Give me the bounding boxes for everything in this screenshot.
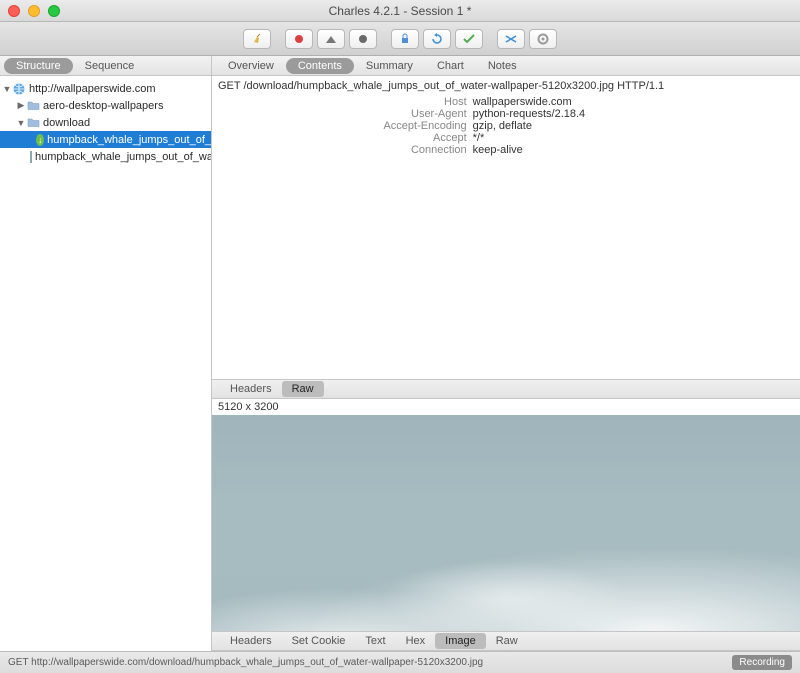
document-icon <box>30 151 32 163</box>
zoom-window-button[interactable] <box>48 5 60 17</box>
subtab-setcookie[interactable]: Set Cookie <box>282 633 356 649</box>
structure-tree: ▼ http://wallpaperswide.com ▶ aero-deskt… <box>0 76 211 169</box>
broom-icon[interactable] <box>243 29 271 49</box>
tools-icon[interactable] <box>497 29 525 49</box>
request-line: GET /download/humpback_whale_jumps_out_o… <box>212 76 800 96</box>
tab-notes[interactable]: Notes <box>476 58 529 74</box>
subtab-raw[interactable]: Raw <box>282 381 324 397</box>
check-icon[interactable] <box>455 29 483 49</box>
subtab-image[interactable]: Image <box>435 633 486 649</box>
traffic-lights <box>8 5 60 17</box>
status-text: GET http://wallpaperswide.com/download/h… <box>8 657 483 668</box>
tab-chart[interactable]: Chart <box>425 58 476 74</box>
header-key: Accept <box>218 132 473 144</box>
header-key: User-Agent <box>218 108 473 120</box>
image-dimensions: 5120 x 3200 <box>212 399 800 415</box>
ssl-icon[interactable] <box>391 29 419 49</box>
close-window-button[interactable] <box>8 5 20 17</box>
subtab-headers[interactable]: Headers <box>220 633 282 649</box>
header-value: wallpaperswide.com <box>473 96 794 108</box>
toolbar <box>0 22 800 56</box>
request-subtabs: Headers Raw <box>212 379 800 399</box>
subtab-raw[interactable]: Raw <box>486 633 528 649</box>
folder-icon <box>26 116 40 130</box>
record-icon[interactable] <box>285 29 313 49</box>
disclosure-icon[interactable]: ▼ <box>16 118 26 128</box>
header-value: gzip, deflate <box>473 120 794 132</box>
status-bar: GET http://wallpaperswide.com/download/h… <box>0 651 800 673</box>
window-title: Charles 4.2.1 - Session 1 * <box>0 4 800 18</box>
titlebar: Charles 4.2.1 - Session 1 * <box>0 0 800 22</box>
minimize-window-button[interactable] <box>28 5 40 17</box>
tree-label: download <box>43 117 90 129</box>
content-pane: Overview Contents Summary Chart Notes GE… <box>212 56 800 651</box>
tab-sequence[interactable]: Sequence <box>73 58 147 74</box>
header-value: */* <box>473 132 794 144</box>
sidebar-tabs: Structure Sequence <box>0 56 211 76</box>
disclosure-icon[interactable]: ▶ <box>16 100 26 111</box>
settings-icon[interactable] <box>529 29 557 49</box>
subtab-hex[interactable]: Hex <box>396 633 436 649</box>
tab-contents[interactable]: Contents <box>286 58 354 74</box>
refresh-icon[interactable] <box>423 29 451 49</box>
recording-badge: Recording <box>732 655 792 670</box>
header-key: Connection <box>218 144 473 156</box>
header-value: python-requests/2.18.4 <box>473 108 794 120</box>
response-image-preview <box>212 415 800 632</box>
tab-structure[interactable]: Structure <box>4 58 73 74</box>
throttle-icon[interactable] <box>317 29 345 49</box>
subtab-headers[interactable]: Headers <box>220 381 282 397</box>
sidebar: Structure Sequence ▼ http://wallpaperswi… <box>0 56 212 651</box>
request-headers: Hostwallpaperswide.com User-Agentpython-… <box>212 96 800 162</box>
response-subtabs: Headers Set Cookie Text Hex Image Raw <box>212 631 800 651</box>
header-value: keep-alive <box>473 144 794 156</box>
tree-label: humpback_whale_jumps_out_of_wat <box>35 151 211 163</box>
header-key: Accept-Encoding <box>218 120 473 132</box>
header-key: Host <box>218 96 473 108</box>
tab-summary[interactable]: Summary <box>354 58 425 74</box>
tree-folder[interactable]: ▶ aero-desktop-wallpapers <box>0 97 211 114</box>
tree-item[interactable]: humpback_whale_jumps_out_of_wat <box>0 148 211 165</box>
request-body-area <box>212 162 800 379</box>
disclosure-icon[interactable]: ▼ <box>2 84 12 94</box>
tree-label: http://wallpaperswide.com <box>29 83 156 95</box>
tree-host[interactable]: ▼ http://wallpaperswide.com <box>0 80 211 97</box>
tree-label: humpback_whale_jumps_out_of_ <box>47 134 211 146</box>
tree-label: aero-desktop-wallpapers <box>43 100 163 112</box>
folder-icon <box>26 99 40 113</box>
tree-folder[interactable]: ▼ download <box>0 114 211 131</box>
stop-icon[interactable] <box>349 29 377 49</box>
download-icon: ↓ <box>36 134 44 146</box>
subtab-text[interactable]: Text <box>355 633 395 649</box>
tree-item-selected[interactable]: ↓ humpback_whale_jumps_out_of_ <box>0 131 211 148</box>
globe-icon <box>12 82 26 96</box>
content-tabs: Overview Contents Summary Chart Notes <box>212 56 800 76</box>
tab-overview[interactable]: Overview <box>216 58 286 74</box>
